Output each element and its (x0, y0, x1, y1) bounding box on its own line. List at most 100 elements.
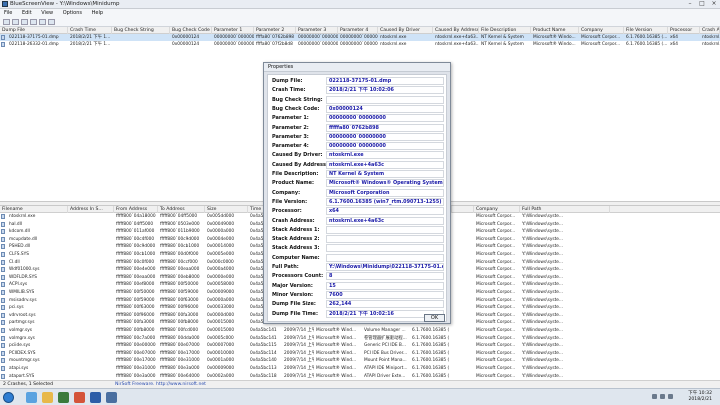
nirsoft-link[interactable]: NirSoft Freeware. http://www.nirsoft.net (115, 382, 206, 387)
property-value[interactable]: 8 (326, 272, 444, 281)
driver-row[interactable]: volmgr.sys fffff880`00fb8000 fffff880`00fc… (0, 327, 720, 334)
ie-icon[interactable] (26, 392, 37, 403)
property-value[interactable]: ntoskrnl.exe+4a63c (326, 216, 444, 225)
column-header-4[interactable]: Parameter 1 (212, 27, 254, 34)
html-report-icon[interactable] (39, 19, 46, 25)
property-value[interactable] (326, 95, 444, 104)
exit-icon[interactable] (48, 19, 55, 25)
driver-row[interactable]: ataport.SYS fffff880`00e3a000 fffff880`00e… (0, 373, 720, 380)
column-header-0[interactable]: Dump File (0, 27, 68, 34)
bluescreenview-icon[interactable] (106, 392, 117, 403)
menu-view[interactable]: View (37, 9, 57, 17)
column-header-12[interactable]: Company (579, 27, 624, 34)
maximize-button[interactable]: □ (696, 0, 708, 8)
ok-button[interactable]: OK (424, 314, 445, 322)
crash-cell: 022118-37175-01.dmp (9, 35, 59, 40)
flag-icon[interactable] (668, 394, 673, 399)
driver-column-header-0[interactable]: Filename (0, 206, 68, 213)
column-header-11[interactable]: Product Name (531, 27, 579, 34)
property-row: Processor: x64 (268, 207, 448, 216)
column-header-15[interactable]: Crash Ad (700, 27, 720, 34)
property-value[interactable] (326, 225, 444, 234)
column-header-13[interactable]: File Version (624, 27, 668, 34)
folder-icon[interactable] (42, 392, 53, 403)
column-header-3[interactable]: Bug Check Code (170, 27, 212, 34)
property-value[interactable]: 0x00000124 (326, 104, 444, 113)
property-value[interactable]: Microsoft® Windows® Operating System (326, 179, 444, 188)
chrome-icon[interactable] (74, 392, 85, 403)
property-value[interactable]: 7600 (326, 290, 444, 299)
refresh-icon[interactable] (12, 19, 19, 25)
menu-options[interactable]: Options (59, 9, 86, 17)
driver-row[interactable]: PCIIDEX.SYS fffff880`00e07000 fffff880`00e… (0, 350, 720, 357)
driver-cell: fffff880`00c9d000 (160, 236, 200, 242)
property-value[interactable]: ntoskrnl.exe (326, 151, 444, 160)
driver-cell (68, 350, 114, 357)
driver-row[interactable]: volmgrx.sys fffff880`00c7a000 fffff880`00d… (0, 335, 720, 342)
property-value[interactable]: 15 (326, 281, 444, 290)
column-header-14[interactable]: Processor (668, 27, 700, 34)
driver-cell: 0x0001a000 (207, 358, 235, 364)
property-value[interactable] (326, 244, 444, 253)
column-header-2[interactable]: Bug Check String (112, 27, 170, 34)
driver-row[interactable]: mountmgr.sys fffff880`00e17000 fffff880`00… (0, 357, 720, 364)
column-header-9[interactable]: Caused By Address (433, 27, 479, 34)
word-icon[interactable] (90, 392, 101, 403)
property-value[interactable]: 6.1.7600.16385 (win7_rtm.090713-1255) (326, 197, 444, 206)
volume-icon[interactable] (660, 394, 665, 399)
driver-file-icon (1, 244, 5, 250)
start-button[interactable] (3, 392, 14, 403)
column-header-6[interactable]: Parameter 3 (296, 27, 338, 34)
property-value[interactable]: NT Kernel & System (326, 170, 444, 178)
driver-row[interactable]: atapi.sys fffff880`00e31000 fffff880`00e3a… (0, 365, 720, 372)
property-label: Stack Address 2: (272, 236, 320, 243)
property-value[interactable]: 2018/2/21 下午 10:02:06 (326, 86, 444, 95)
minimize-button[interactable]: – (684, 0, 696, 8)
driver-column-header-11[interactable]: Company (474, 206, 520, 213)
crash-row[interactable]: 022118-37175-01.dmp 2018/2/21 下午 1... 0x00… (0, 34, 720, 41)
column-header-10[interactable]: File Description (479, 27, 531, 34)
crash-row[interactable]: 022118-26332-01.dmp 2018/2/21 下午 1... 0x00… (0, 41, 720, 48)
menu-edit[interactable]: Edit (18, 9, 36, 17)
property-value[interactable] (326, 253, 444, 262)
property-value[interactable]: ntoskrnl.exe+4a63c (326, 160, 444, 169)
menu-help[interactable]: Help (88, 9, 107, 17)
driver-cell (68, 259, 114, 266)
property-value[interactable]: x64 (326, 207, 444, 216)
menu-file[interactable]: File (0, 9, 16, 17)
driver-cell: fffff880`00e31000 (160, 358, 200, 364)
toolbar (0, 17, 720, 27)
driver-column-header-4[interactable]: Size (205, 206, 248, 213)
column-header-1[interactable]: Crash Time (68, 27, 112, 34)
driver-column-header-12[interactable]: Full Path (520, 206, 610, 213)
network-icon[interactable] (652, 394, 657, 399)
column-header-7[interactable]: Parameter 4 (338, 27, 378, 34)
options-icon[interactable] (3, 19, 10, 25)
property-row: Parameter 3: 00000000`00000000 (268, 132, 448, 142)
column-header-5[interactable]: Parameter 2 (254, 27, 296, 34)
property-value[interactable] (326, 235, 444, 244)
driver-row[interactable]: pciide.sys fffff880`00e00000 fffff880`00e0… (0, 342, 720, 349)
property-value[interactable]: 00000000`00000000 (326, 142, 444, 151)
driver-cell: Microsoft Corpor... (476, 358, 516, 364)
property-value[interactable]: Y:\Windows\Minidump\022118-37175-01.dmp (326, 263, 444, 271)
property-value[interactable]: Microsoft Corporation (326, 188, 444, 197)
driver-column-header-10[interactable] (452, 206, 474, 213)
driver-column-header-2[interactable]: From Address (114, 206, 158, 213)
copy-icon[interactable] (21, 19, 28, 25)
property-value[interactable]: 00000000`00000000 (326, 132, 444, 141)
driver-cell: CI.dll (9, 259, 20, 265)
close-button[interactable]: × (708, 0, 720, 8)
properties-icon[interactable] (30, 19, 37, 25)
property-value[interactable]: 00000000`00000000 (326, 114, 444, 123)
driver-column-header-1[interactable]: Address In S... (68, 206, 114, 213)
property-label: File Version: (272, 198, 308, 205)
driver-path-cell: Y:\Windows\syste... (522, 297, 564, 303)
property-value[interactable]: 022118-37175-01.dmp (326, 77, 444, 85)
clock[interactable]: 下午 10:32 2018/2/21 (688, 391, 712, 403)
media-icon[interactable] (58, 392, 69, 403)
column-header-8[interactable]: Caused By Driver (378, 27, 433, 34)
property-value[interactable]: fffffa80`0762b898 (326, 123, 444, 132)
driver-column-header-3[interactable]: To Address (158, 206, 205, 213)
property-value[interactable]: 262,144 (326, 300, 444, 309)
